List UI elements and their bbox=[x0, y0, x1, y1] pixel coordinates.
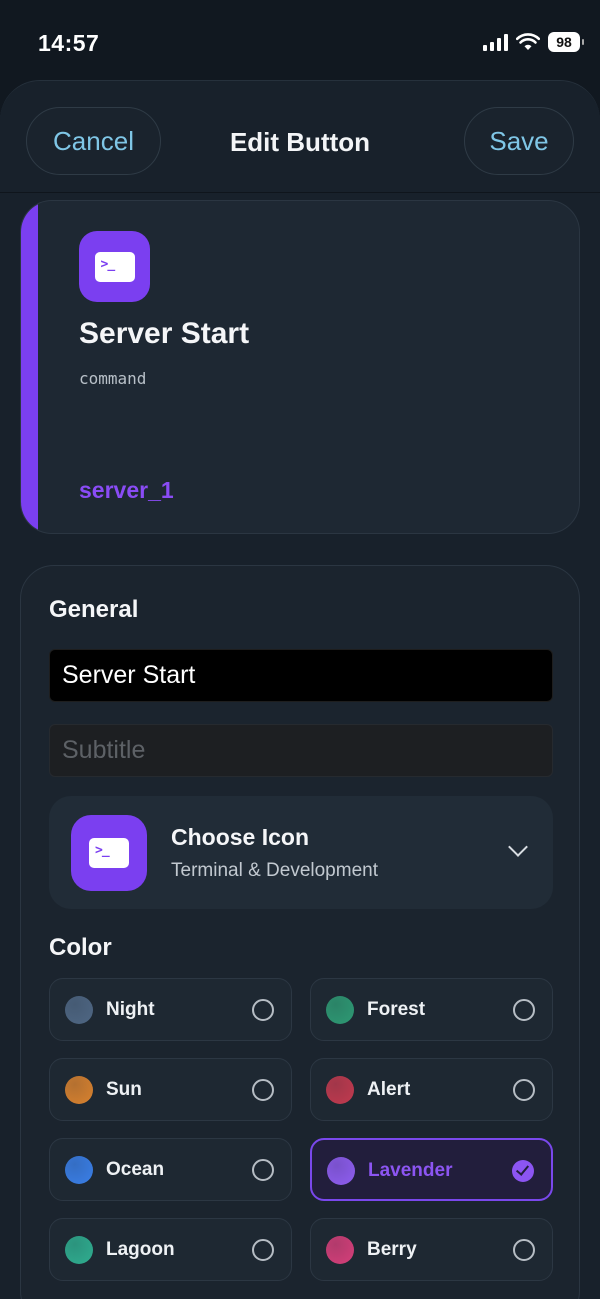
preview-tag: server_1 bbox=[79, 477, 174, 503]
form-card: General Server Start Subtitle >_ Choose … bbox=[20, 565, 580, 1299]
color-option-forest[interactable]: Forest bbox=[310, 978, 553, 1041]
color-section-label: Color bbox=[49, 934, 112, 961]
button-preview-card: >_ Server Start command server_1 bbox=[20, 200, 580, 534]
radio-unselected-icon[interactable] bbox=[252, 999, 274, 1021]
color-name: Sun bbox=[106, 1079, 142, 1100]
status-bar: 14:57 98 bbox=[0, 0, 600, 80]
choose-icon-picker[interactable]: >_ Choose Icon Terminal & Development bbox=[49, 796, 553, 909]
radio-unselected-icon[interactable] bbox=[513, 999, 535, 1021]
radio-unselected-icon[interactable] bbox=[513, 1239, 535, 1261]
status-icons: 98 bbox=[483, 32, 584, 52]
chevron-down-icon[interactable] bbox=[508, 837, 528, 857]
color-name: Alert bbox=[367, 1079, 411, 1100]
save-button[interactable]: Save bbox=[464, 107, 574, 175]
general-section-label: General bbox=[49, 596, 139, 623]
subtitle-field[interactable]: Subtitle bbox=[49, 724, 553, 777]
color-name: Ocean bbox=[106, 1159, 165, 1180]
preview-title: Server Start bbox=[79, 317, 250, 350]
color-swatch bbox=[65, 1076, 93, 1104]
checkmark-selected-icon[interactable] bbox=[512, 1160, 534, 1182]
color-swatch bbox=[65, 1236, 93, 1264]
radio-unselected-icon[interactable] bbox=[252, 1159, 274, 1181]
color-swatch bbox=[65, 1156, 93, 1184]
terminal-icon: >_ bbox=[71, 815, 147, 891]
edit-sheet: Cancel Edit Button Save >_ Server Start … bbox=[0, 80, 600, 1299]
cellular-signal-icon bbox=[483, 33, 508, 51]
color-option-berry[interactable]: Berry bbox=[310, 1218, 553, 1281]
color-option-sun[interactable]: Sun bbox=[49, 1058, 292, 1121]
status-time: 14:57 bbox=[38, 30, 100, 56]
wifi-icon bbox=[516, 33, 540, 50]
color-option-ocean[interactable]: Ocean bbox=[49, 1138, 292, 1201]
color-name: Lagoon bbox=[106, 1239, 175, 1260]
radio-unselected-icon[interactable] bbox=[513, 1079, 535, 1101]
color-name: Forest bbox=[367, 999, 426, 1020]
color-swatch bbox=[326, 1076, 354, 1104]
color-name: Lavender bbox=[368, 1160, 453, 1181]
color-option-alert[interactable]: Alert bbox=[310, 1058, 553, 1121]
color-name: Night bbox=[106, 999, 155, 1020]
radio-unselected-icon[interactable] bbox=[252, 1239, 274, 1261]
color-swatch bbox=[326, 996, 354, 1024]
color-swatch bbox=[326, 1236, 354, 1264]
preview-subtitle: command bbox=[79, 369, 147, 388]
color-option-lagoon[interactable]: Lagoon bbox=[49, 1218, 292, 1281]
color-swatch bbox=[327, 1157, 355, 1185]
preview-accent-bar bbox=[21, 201, 38, 533]
color-swatch bbox=[65, 996, 93, 1024]
icon-picker-category: Terminal & Development bbox=[171, 860, 378, 881]
radio-unselected-icon[interactable] bbox=[252, 1079, 274, 1101]
title-field[interactable]: Server Start bbox=[49, 649, 553, 702]
color-option-lavender[interactable]: Lavender bbox=[310, 1138, 553, 1201]
icon-picker-title: Choose Icon bbox=[171, 824, 310, 850]
nav-bar: Cancel Edit Button Save bbox=[0, 81, 600, 193]
color-option-night[interactable]: Night bbox=[49, 978, 292, 1041]
color-name: Berry bbox=[367, 1239, 417, 1260]
terminal-icon: >_ bbox=[79, 231, 150, 302]
battery-icon: 98 bbox=[548, 32, 584, 52]
